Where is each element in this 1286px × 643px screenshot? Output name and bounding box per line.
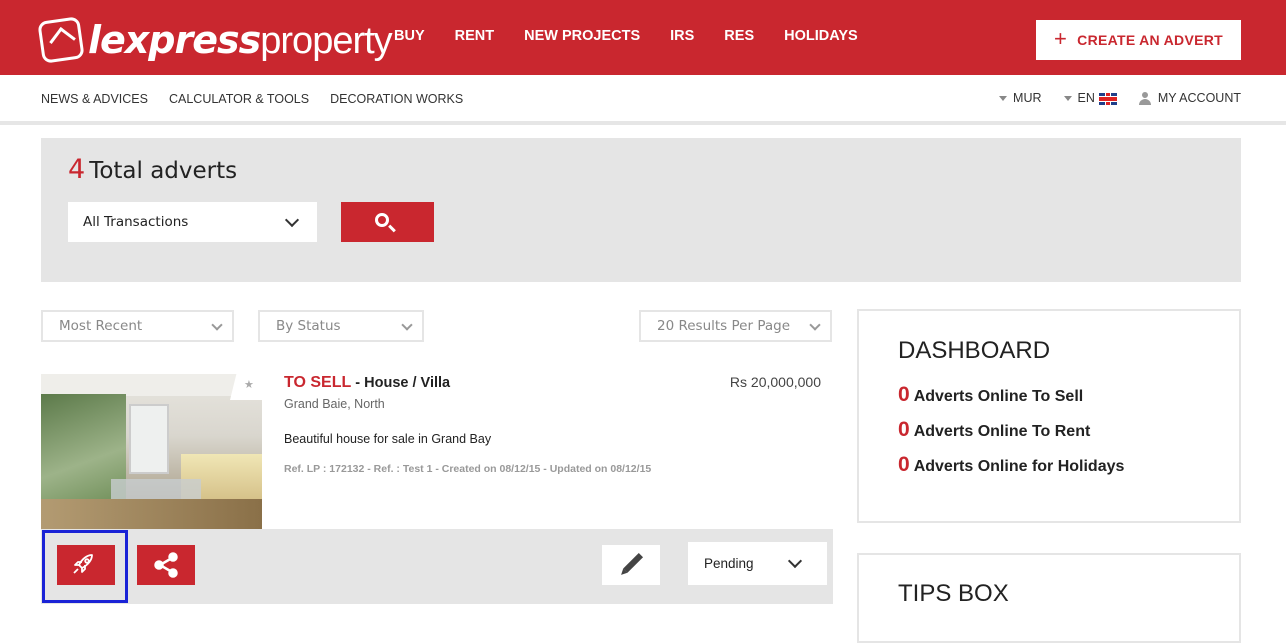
nav-rent[interactable]: RENT	[455, 28, 494, 44]
share-button[interactable]	[137, 545, 195, 585]
house-logo-icon	[37, 16, 85, 64]
nav-buy[interactable]: BUY	[394, 28, 425, 44]
edit-button[interactable]	[602, 545, 660, 585]
rocket-icon	[73, 554, 93, 574]
listing-price: Rs 20,000,000	[729, 374, 821, 390]
listing-action-bar: Pending	[41, 529, 833, 604]
chevron-down-icon	[809, 319, 821, 331]
search-icon	[375, 213, 389, 227]
tips-title: TIPS BOX	[898, 580, 1009, 607]
search-button[interactable]	[341, 202, 434, 242]
caret-down-icon	[999, 96, 1008, 102]
search-panel: 4 Total adverts All Transactions	[41, 138, 1241, 282]
create-advert-label: CREATE AN ADVERT	[1077, 32, 1223, 48]
listing-status-value: Pending	[704, 556, 754, 571]
dashboard-panel: DASHBOARD 0 Adverts Online To Sell 0 Adver…	[857, 309, 1241, 523]
dashboard-row-rent: 0 Adverts Online To Rent	[898, 418, 1091, 441]
plus-icon: +	[1054, 25, 1068, 51]
uk-flag-icon	[1098, 92, 1117, 105]
language-selector[interactable]: EN	[1063, 91, 1117, 105]
dashboard-row-holidays: 0 Adverts Online for Holidays	[898, 453, 1125, 476]
transaction-select-value: All Transactions	[83, 214, 189, 230]
dashboard-row-sell: 0 Adverts Online To Sell	[898, 383, 1084, 406]
currency-selector[interactable]: MUR	[999, 91, 1042, 105]
per-page-value: 20 Results Per Page	[657, 318, 790, 334]
chevron-down-icon	[401, 319, 413, 331]
listing-status-select[interactable]: Pending	[688, 542, 827, 585]
listing-card: ★ TO SELL - House / Villa Rs 20,000,000 …	[41, 374, 833, 604]
sort-select[interactable]: Most Recent	[41, 310, 234, 342]
listing-description: Beautiful house for sale in Grand Bay	[284, 432, 492, 446]
listing-references: Ref. LP : 172132 - Ref. : Test 1 - Creat…	[284, 463, 652, 475]
listing-title[interactable]: TO SELL - House / Villa	[284, 374, 450, 392]
nav-holidays[interactable]: HOLIDAYS	[784, 28, 858, 44]
nav-calculator-tools[interactable]: CALCULATOR & TOOLS	[169, 92, 309, 106]
nav-new-projects[interactable]: NEW PROJECTS	[524, 28, 640, 44]
nav-irs[interactable]: IRS	[670, 28, 694, 44]
caret-down-icon	[1063, 96, 1072, 102]
nav-decoration-works[interactable]: DECORATION WORKS	[330, 92, 463, 106]
logo-text: lexpressproperty	[88, 17, 393, 62]
status-filter-value: By Status	[276, 318, 341, 334]
main-nav: BUY RENT NEW PROJECTS IRS RES HOLIDAYS	[394, 28, 858, 44]
transaction-select[interactable]: All Transactions	[68, 202, 317, 242]
share-icon	[154, 552, 178, 578]
logo[interactable]: lexpressproperty	[37, 14, 393, 66]
listing-location: Grand Baie, North	[284, 397, 385, 411]
nav-res[interactable]: RES	[724, 28, 754, 44]
per-page-select[interactable]: 20 Results Per Page	[639, 310, 832, 342]
chevron-down-icon	[284, 212, 300, 228]
top-header: lexpressproperty BUY RENT NEW PROJECTS I…	[0, 0, 1286, 75]
my-account-link[interactable]: MY ACCOUNT	[1138, 91, 1241, 106]
pencil-icon	[621, 552, 644, 575]
nav-news-advices[interactable]: NEWS & ADVICES	[41, 92, 148, 106]
boost-button[interactable]	[57, 545, 115, 585]
sort-select-value: Most Recent	[59, 318, 143, 334]
total-adverts: 4 Total adverts	[68, 154, 237, 185]
total-label: Total adverts	[89, 158, 238, 184]
chevron-down-icon	[211, 319, 223, 331]
user-icon	[1138, 92, 1151, 106]
secondary-nav: NEWS & ADVICES CALCULATOR & TOOLS DECORA…	[0, 75, 1286, 125]
chevron-down-icon	[787, 553, 803, 569]
status-filter-select[interactable]: By Status	[258, 310, 424, 342]
total-count: 4	[68, 154, 86, 185]
create-advert-button[interactable]: + CREATE AN ADVERT	[1036, 20, 1241, 60]
dashboard-title: DASHBOARD	[898, 337, 1051, 364]
listing-photo[interactable]: ★	[41, 374, 262, 529]
